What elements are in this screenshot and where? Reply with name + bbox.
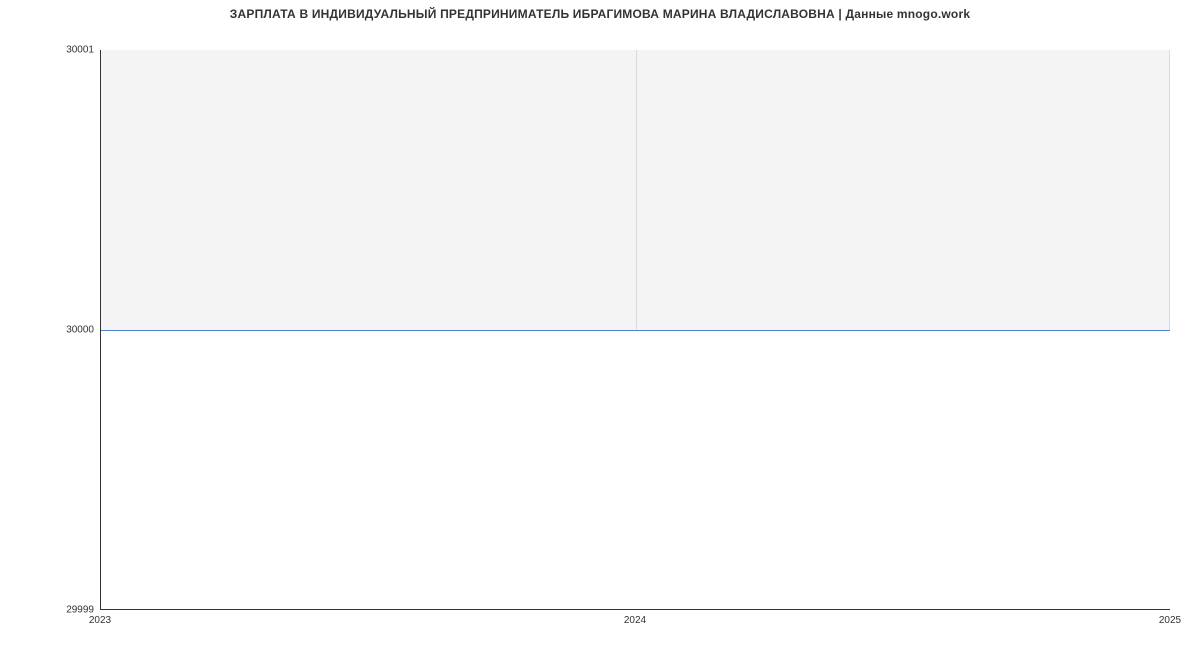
x-tick-label: 2023 <box>89 615 111 626</box>
x-tick-label: 2025 <box>1159 615 1181 626</box>
salary-chart: ЗАРПЛАТА В ИНДИВИДУАЛЬНЫЙ ПРЕДПРИНИМАТЕЛ… <box>0 0 1200 650</box>
x-tick-label: 2024 <box>624 615 646 626</box>
y-tick-label: 29999 <box>66 605 94 616</box>
chart-title: ЗАРПЛАТА В ИНДИВИДУАЛЬНЫЙ ПРЕДПРИНИМАТЕЛ… <box>0 7 1200 21</box>
data-line <box>101 330 1170 331</box>
y-tick-label: 30001 <box>66 45 94 56</box>
plot-bg-lower <box>101 331 1170 610</box>
plot-area <box>100 50 1170 610</box>
y-tick-label: 30000 <box>66 325 94 336</box>
